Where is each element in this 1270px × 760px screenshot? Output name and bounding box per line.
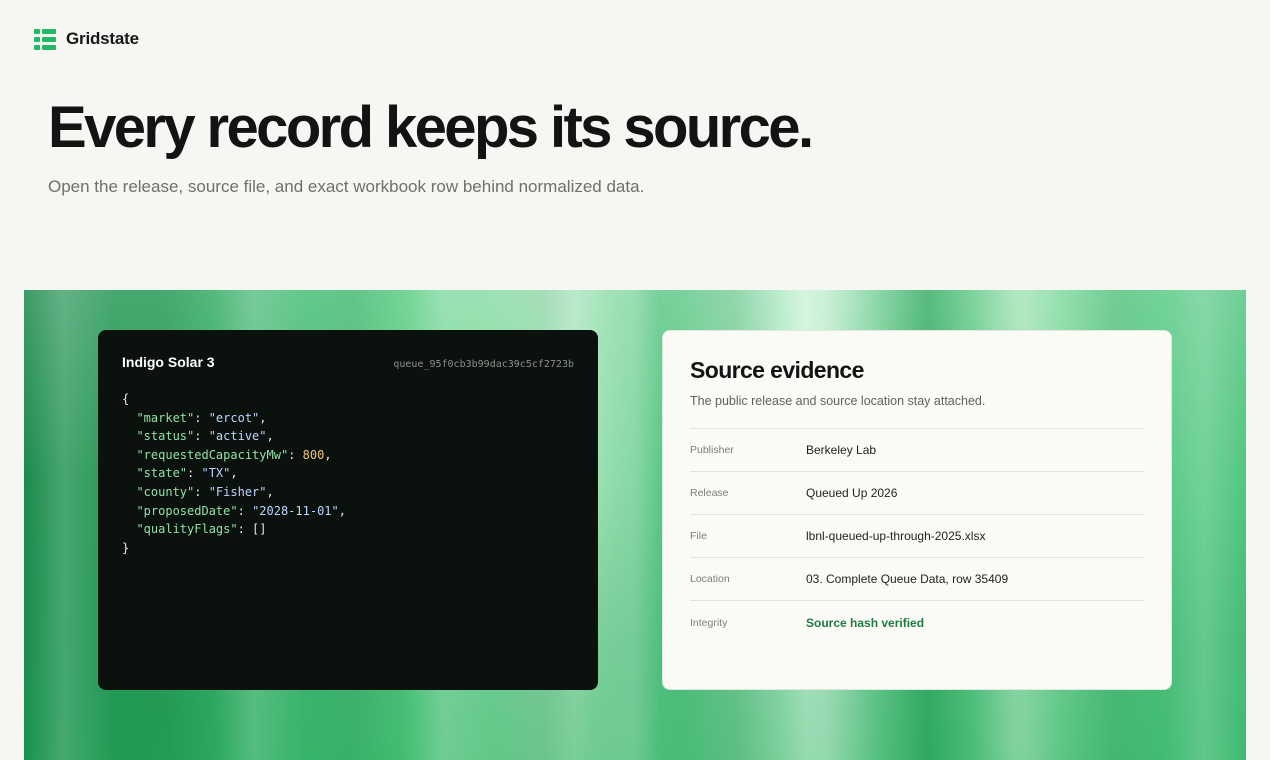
json-token: , [338, 503, 346, 518]
json-line: "state": "TX", [122, 464, 574, 483]
record-id: queue_95f0cb3b99dac39c5cf2723b [393, 359, 574, 370]
json-token: , [230, 466, 238, 481]
evidence-table: Publisher Berkeley Lab Release Queued Up… [690, 428, 1145, 644]
json-token: "requestedCapacityMw" [136, 447, 289, 462]
evidence-value: Queued Up 2026 [806, 486, 898, 500]
json-line: "qualityFlags": [] [122, 520, 574, 539]
evidence-row-release: Release Queued Up 2026 [690, 472, 1145, 515]
json-token: "ercot" [208, 410, 260, 425]
json-token: "county" [136, 484, 195, 499]
json-line: "requestedCapacityMw": 800, [122, 446, 574, 465]
evidence-row-integrity: Integrity Source hash verified [690, 601, 1145, 644]
evidence-row-file: File lbnl-queued-up-through-2025.xlsx [690, 515, 1145, 558]
hero-subtitle: Open the release, source file, and exact… [48, 177, 645, 196]
record-title: Indigo Solar 3 [122, 354, 215, 370]
json-token: "2028-11-01" [252, 503, 339, 518]
integrity-status: Source hash verified [806, 615, 925, 630]
json-token: "Fisher" [208, 484, 267, 499]
json-token: : [194, 429, 209, 444]
json-token: : [237, 503, 253, 518]
showcase-band: Indigo Solar 3 queue_95f0cb3b99dac39c5cf… [24, 290, 1246, 760]
json-token: : [] [237, 522, 267, 537]
json-token: "status" [136, 429, 195, 444]
evidence-value: 03. Complete Queue Data, row 35409 [806, 572, 1009, 586]
evidence-row-location: Location 03. Complete Queue Data, row 35… [690, 558, 1145, 601]
json-token: "proposedDate" [136, 503, 238, 518]
json-line: } [122, 539, 574, 558]
json-token: , [266, 484, 274, 499]
source-evidence-card: Source evidence The public release and s… [662, 330, 1172, 690]
hero-title: Every record keeps its source. [48, 95, 814, 160]
evidence-label: Release [690, 487, 729, 499]
evidence-label: File [690, 530, 707, 542]
evidence-label: Integrity [690, 616, 728, 629]
json-token: : [288, 447, 303, 462]
json-token: : [194, 410, 209, 425]
json-line: { [122, 390, 574, 409]
json-line: "market": "ercot", [122, 409, 574, 428]
json-token: "active" [208, 429, 267, 444]
json-token: : [194, 484, 209, 499]
json-line: "status": "active", [122, 427, 574, 446]
evidence-label: Publisher [690, 444, 734, 456]
evidence-label: Location [690, 573, 730, 585]
json-token: "state" [136, 466, 188, 481]
json-token: 800 [302, 447, 325, 462]
evidence-title: Source evidence [690, 357, 864, 383]
evidence-subtitle: The public release and source location s… [690, 394, 986, 408]
json-token: : [187, 466, 202, 481]
brand[interactable]: Gridstate [34, 28, 139, 50]
json-line: "proposedDate": "2028-11-01", [122, 502, 574, 521]
json-token: "qualityFlags" [136, 522, 238, 537]
brand-name: Gridstate [66, 29, 139, 48]
evidence-row-publisher: Publisher Berkeley Lab [690, 429, 1145, 472]
json-line: "county": "Fisher", [122, 483, 574, 502]
json-token: , [324, 447, 332, 462]
json-token: "TX" [201, 466, 231, 481]
evidence-value: lbnl-queued-up-through-2025.xlsx [806, 529, 986, 543]
gridstate-logo-icon [34, 28, 56, 50]
json-token: , [259, 410, 267, 425]
json-token: { [122, 392, 130, 406]
record-json: { "market": "ercot", "status": "active",… [122, 390, 574, 557]
json-token: , [266, 429, 274, 444]
json-token: "market" [136, 410, 195, 425]
evidence-value: Berkeley Lab [806, 443, 877, 457]
record-json-card: Indigo Solar 3 queue_95f0cb3b99dac39c5cf… [98, 330, 598, 690]
json-token: } [122, 540, 130, 555]
